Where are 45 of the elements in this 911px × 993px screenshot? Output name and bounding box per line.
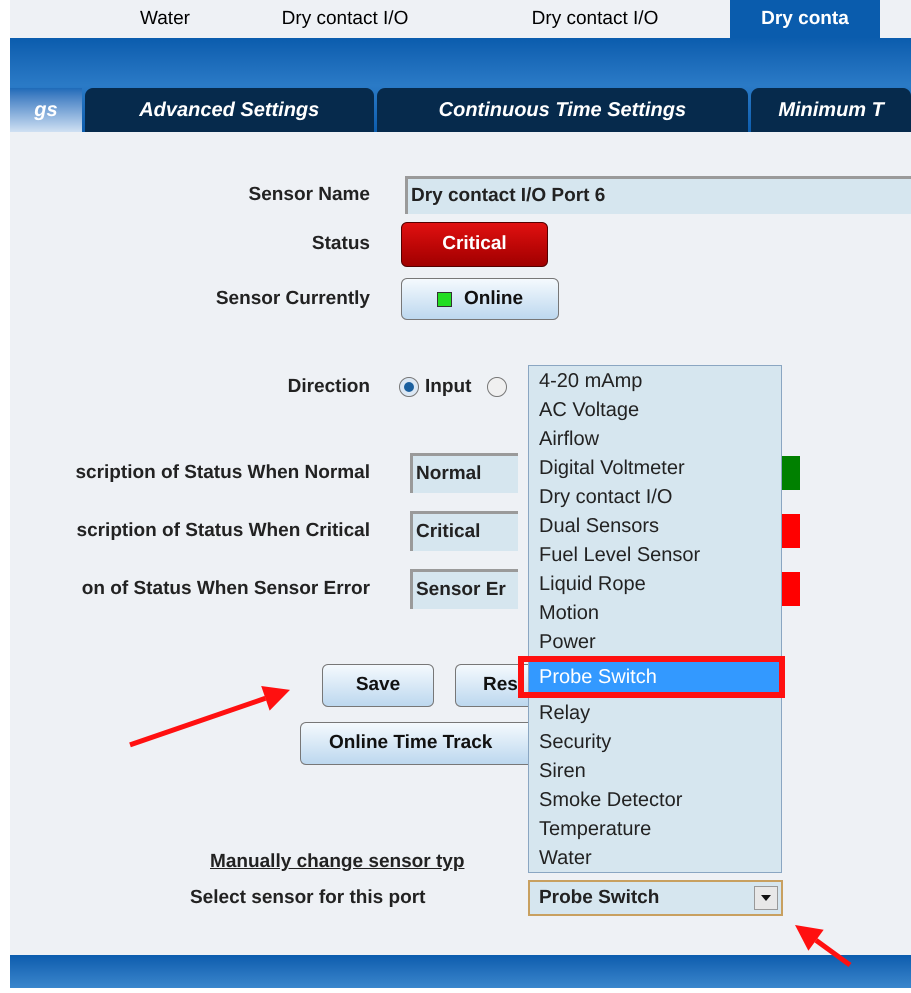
dropdown-option[interactable]: 4-20 mAmp [529, 366, 781, 395]
field-label: scription of Status When Normal [75, 460, 370, 485]
description-field[interactable]: Sensor Er [410, 569, 518, 609]
port-tab[interactable]: Dry conta [730, 0, 880, 38]
dropdown-option[interactable]: Siren [529, 756, 781, 785]
action-button[interactable]: Save [322, 664, 434, 707]
dropdown-option[interactable]: Liquid Rope [529, 569, 781, 598]
online-status-button[interactable]: Online [401, 278, 559, 320]
select-label: Select sensor for this port [190, 886, 426, 910]
dropdown-option[interactable]: Water [529, 843, 781, 872]
dropdown-option[interactable]: Security [529, 727, 781, 756]
dropdown-option[interactable]: Dry contact I/O [529, 482, 781, 511]
port-tab[interactable]: Water [110, 0, 220, 38]
radio-label: Input [425, 374, 472, 399]
settings-tab[interactable]: Advanced Settings [84, 88, 374, 132]
action-button[interactable]: Res [455, 664, 528, 707]
field-label: scription of Status When Critical [76, 518, 370, 543]
dropdown-option[interactable]: Motion [529, 598, 781, 627]
field-label: Status [312, 232, 370, 256]
dropdown-option[interactable]: Airflow [529, 424, 781, 453]
port-tab[interactable]: Dry contact I/O [470, 0, 720, 38]
sensor-name-field[interactable]: Dry contact I/O Port 6 [405, 176, 911, 214]
description-field[interactable]: Critical [410, 511, 518, 551]
radio-button[interactable] [487, 377, 508, 397]
dropdown-option[interactable]: Temperature [529, 814, 781, 843]
manual-change-link[interactable]: Manually change sensor typ [210, 848, 464, 872]
dropdown-option[interactable]: Fuel Level Sensor [529, 540, 781, 569]
status-button[interactable]: Critical [401, 222, 548, 267]
dropdown-option[interactable]: Dual Sensors [529, 511, 781, 540]
sensor-select[interactable]: Probe Switch [528, 880, 783, 916]
dropdown-option[interactable]: Digital Voltmeter [529, 453, 781, 482]
field-label: Direction [288, 374, 370, 399]
field-label: Sensor Name [248, 182, 370, 207]
settings-tab[interactable]: Minimum T [751, 88, 911, 132]
radio-button[interactable] [399, 377, 419, 397]
port-tab[interactable]: Dry contact I/O [220, 0, 470, 38]
dropdown-option[interactable]: Relay [529, 698, 781, 727]
dropdown-option[interactable]: Smoke Detector [529, 785, 781, 814]
dropdown-option[interactable]: Power [529, 627, 781, 656]
online-time-tracking-button[interactable]: Online Time Track [300, 722, 528, 765]
field-label: Sensor Currently [216, 286, 370, 311]
description-field[interactable]: Normal [410, 453, 518, 493]
dropdown-option[interactable]: AC Voltage [529, 395, 781, 424]
settings-tab[interactable]: Continuous Time Settings [376, 88, 748, 132]
field-label: on of Status When Sensor Error [82, 576, 370, 601]
